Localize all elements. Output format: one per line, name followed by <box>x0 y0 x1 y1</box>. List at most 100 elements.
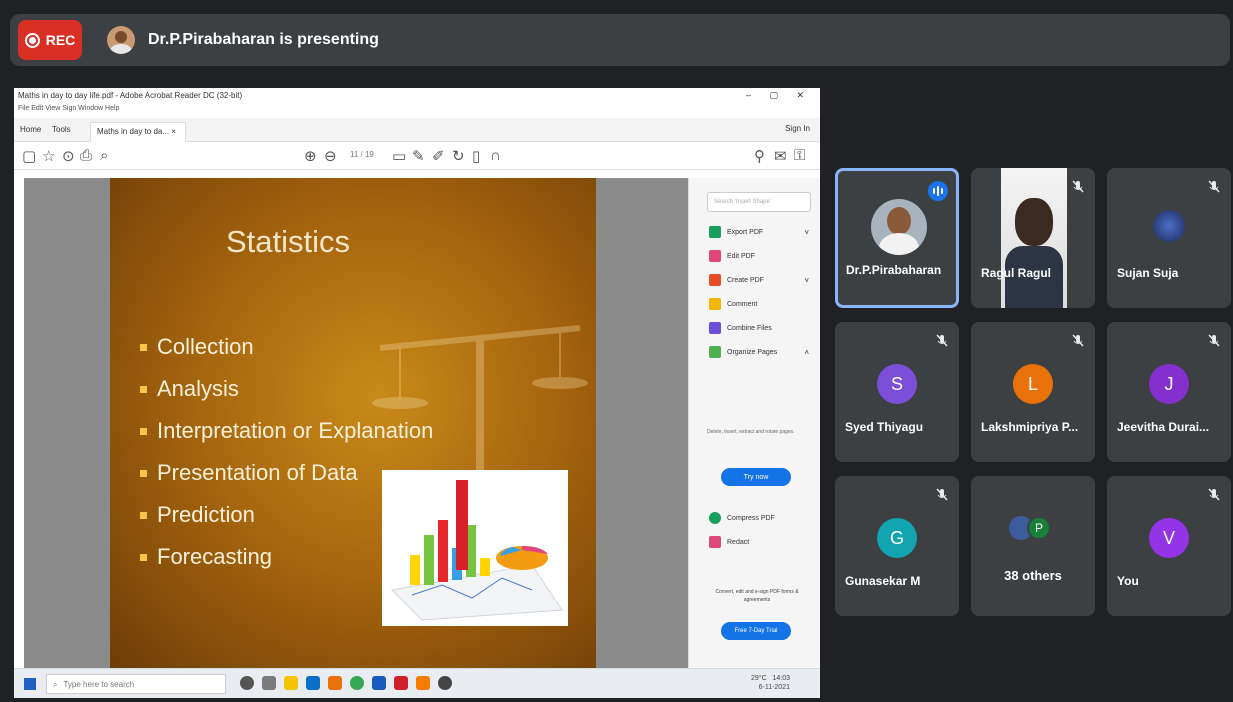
stamp-icon[interactable]: ↻ <box>452 147 465 165</box>
participant-tile-gunasekar[interactable]: G Gunasekar M <box>835 476 959 616</box>
word-icon[interactable] <box>372 676 386 690</box>
window-controls[interactable]: – ▢ ✕ <box>746 90 812 101</box>
tools-search-input[interactable]: Search 'Insert Shape' <box>707 192 811 212</box>
search-placeholder: Type here to search <box>63 680 135 689</box>
tool-label: Create PDF <box>727 276 764 284</box>
tab-home[interactable]: Home <box>20 125 41 134</box>
windows-start-icon[interactable] <box>24 678 36 690</box>
edit-pdf-icon <box>709 250 721 262</box>
participant-name: You <box>1117 574 1139 588</box>
acrobat-menu-bar[interactable]: File Edit View Sign Window Help <box>14 104 820 116</box>
taskbar-search[interactable]: ⌕ Type here to search <box>46 674 226 694</box>
try-now-button[interactable]: Try now <box>721 468 791 486</box>
tab-tools[interactable]: Tools <box>52 125 71 134</box>
firefox-icon[interactable] <box>328 676 342 690</box>
participant-tile-ragul[interactable]: Ragul Ragul <box>971 168 1095 308</box>
delete-icon[interactable]: ▯ <box>472 147 480 165</box>
tool-create-pdf[interactable]: Create PDF ˅ <box>709 274 809 286</box>
mail-icon[interactable]: ✉ <box>774 147 787 165</box>
tool-combine-files[interactable]: Combine Files <box>709 322 809 334</box>
page-up-icon[interactable]: ⊕ <box>304 147 317 165</box>
tool-label: Edit PDF <box>727 252 756 260</box>
participant-tile-others[interactable]: P 38 others <box>971 476 1095 616</box>
recording-indicator: REC <box>18 20 82 60</box>
bookmark-star-icon[interactable]: ☆ <box>42 147 55 165</box>
participant-name: Ragul Ragul <box>981 266 1052 280</box>
sign-in-link[interactable]: Sign In <box>785 124 810 133</box>
upload-icon[interactable]: ⊙ <box>62 147 75 165</box>
create-pdf-icon <box>709 274 721 286</box>
tool-organize-pages[interactable]: Organize Pages ˄ <box>709 346 809 358</box>
app-icon[interactable] <box>416 676 430 690</box>
page-down-icon[interactable]: ⊖ <box>324 147 337 165</box>
participant-avatar: V <box>1149 518 1189 558</box>
file-explorer-icon[interactable] <box>284 676 298 690</box>
system-tray[interactable]: 29°C 14:03 6-11-2021 <box>751 674 790 692</box>
participant-tile-sujan[interactable]: Sujan Suja <box>1107 168 1231 308</box>
participant-video <box>1001 168 1067 308</box>
participant-tile-jeevitha[interactable]: J Jeevitha Durai... <box>1107 322 1231 462</box>
acrobat-tools-panel: Search 'Insert Shape' Export PDF ˅ Edit … <box>688 178 820 668</box>
participant-name: Jeevitha Durai... <box>1117 420 1210 434</box>
document-area[interactable]: Statistics Collection Analysis Interpret… <box>24 178 688 668</box>
tool-compress-pdf[interactable]: Compress PDF <box>709 512 809 524</box>
tool-redact[interactable]: Redact <box>709 536 809 548</box>
mic-off-icon <box>1072 180 1084 193</box>
print-icon[interactable]: ⎙ <box>80 147 92 164</box>
mic-off-icon <box>1072 334 1084 347</box>
comment-icon <box>709 298 721 310</box>
search-icon: ⌕ <box>53 680 58 689</box>
highlight-icon[interactable]: ✐ <box>432 147 445 165</box>
chrome-icon[interactable] <box>350 676 364 690</box>
tab-document[interactable]: Maths in day to da... × <box>90 122 186 142</box>
compress-pdf-icon <box>709 512 721 524</box>
zoom-search-icon[interactable]: ⌕ <box>100 147 108 164</box>
tool-label: Organize Pages <box>727 348 778 356</box>
tool-label: Compress PDF <box>727 514 775 522</box>
shared-screen: Maths in day to day life.pdf - Adobe Acr… <box>14 88 820 698</box>
tool-label: Redact <box>727 538 750 546</box>
cortana-icon[interactable] <box>240 676 254 690</box>
combine-files-icon <box>709 322 721 334</box>
participant-avatar: J <box>1149 364 1189 404</box>
windows-taskbar: ⌕ Type here to search 29°C 14:03 6-11-20… <box>14 668 820 698</box>
others-avatar-stack: P <box>1009 516 1059 542</box>
task-view-icon[interactable] <box>262 676 276 690</box>
comment-icon[interactable]: ▭ <box>392 147 406 165</box>
participant-tile-syed[interactable]: S Syed Thiyagu <box>835 322 959 462</box>
lock-icon[interactable]: ⚿ <box>794 147 805 164</box>
acrobat-title-bar: Maths in day to day life.pdf - Adobe Acr… <box>14 88 820 104</box>
chevron-down-icon: ˅ <box>804 275 809 285</box>
organize-pages-icon <box>709 346 721 358</box>
participant-name: Sujan Suja <box>1117 266 1179 280</box>
tool-comment[interactable]: Comment <box>709 298 809 310</box>
participant-tile-presenter[interactable]: Dr.P.Pirabaharan <box>835 168 959 308</box>
chevron-down-icon: ˅ <box>804 227 809 237</box>
acrobat-icon[interactable] <box>394 676 408 690</box>
slide: Statistics Collection Analysis Interpret… <box>110 178 596 668</box>
participant-tile-you[interactable]: V You <box>1107 476 1231 616</box>
tool-edit-pdf[interactable]: Edit PDF <box>709 250 809 262</box>
speaking-indicator-icon <box>928 181 948 201</box>
attach-icon[interactable]: ∩ <box>490 147 501 164</box>
tool-export-pdf[interactable]: Export PDF ˅ <box>709 226 809 238</box>
presenter-avatar <box>107 26 135 54</box>
app-circle-icon[interactable] <box>438 676 452 690</box>
participant-avatar: P <box>1027 516 1051 540</box>
participant-avatar: L <box>1013 364 1053 404</box>
promo-text: Convert, edit and e-sign PDF forms & agr… <box>715 589 799 603</box>
redact-icon <box>709 536 721 548</box>
mic-off-icon <box>936 334 948 347</box>
tool-label: Combine Files <box>727 324 772 332</box>
tool-label: Comment <box>727 300 758 308</box>
page-icon[interactable]: ▢ <box>22 147 36 165</box>
rec-label: REC <box>45 32 76 48</box>
share-icon[interactable]: ⚲ <box>754 147 765 165</box>
free-trial-button[interactable]: Free 7-Day Trial <box>721 622 791 640</box>
pen-icon[interactable]: ✎ <box>412 147 425 165</box>
record-icon <box>24 32 40 48</box>
weather-text: 29°C <box>750 675 767 682</box>
store-icon[interactable] <box>306 676 320 690</box>
chart-clipart-image <box>382 470 568 626</box>
participant-tile-lakshmipriya[interactable]: L Lakshmipriya P... <box>971 322 1095 462</box>
